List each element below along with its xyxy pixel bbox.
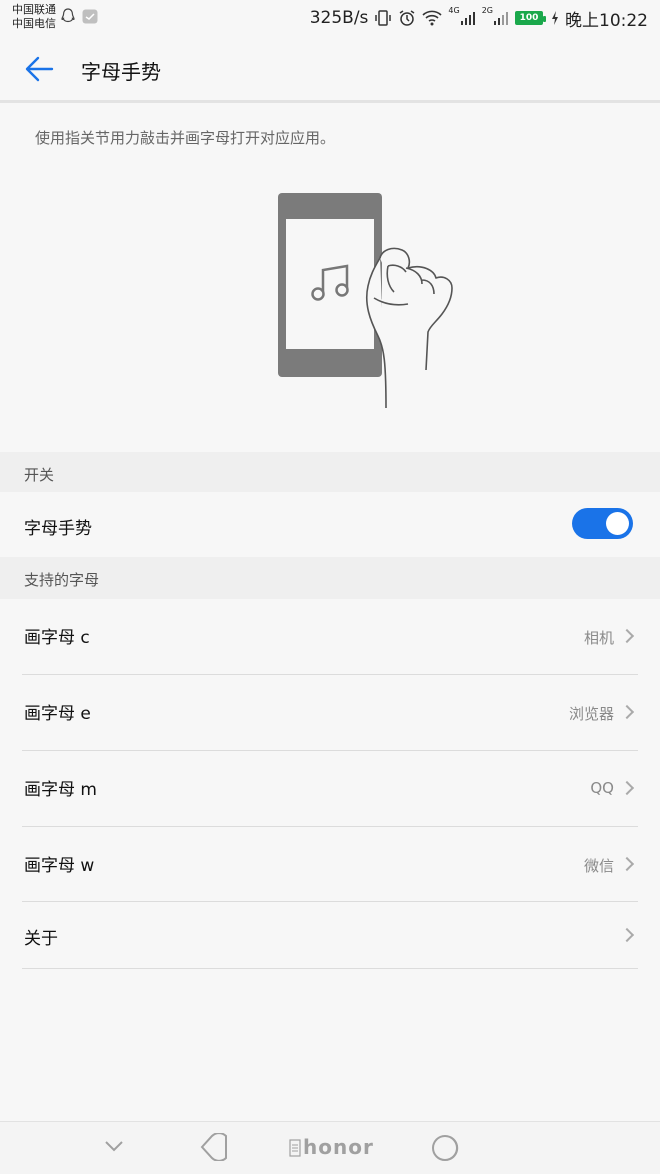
list-item-title: 画字母 c — [24, 628, 90, 648]
home-nav-icon[interactable] — [430, 1133, 462, 1163]
toggle-row-letter-gesture[interactable]: 字母手势 — [0, 492, 660, 557]
carrier-2: 中国电信 — [12, 17, 56, 30]
letter-gesture-toggle[interactable] — [572, 508, 633, 539]
list-item-title: 画字母 e — [24, 704, 91, 724]
feature-description: 使用指关节用力敲击并画字母打开对应应用。 — [35, 129, 336, 147]
chevron-right-icon — [619, 704, 635, 720]
section-label-letters: 支持的字母 — [24, 571, 100, 589]
list-item-letter-e[interactable]: 画字母 e 浏览器 — [0, 675, 660, 750]
list-item-value: 浏览器 — [568, 705, 614, 723]
list-divider — [22, 968, 638, 969]
chevron-right-icon — [619, 628, 635, 644]
list-item-title: 关于 — [24, 929, 58, 949]
list-item-title: 画字母 m — [24, 780, 97, 800]
vibrate-icon — [375, 10, 392, 26]
charging-icon — [552, 11, 558, 25]
network-speed: 325B/s — [309, 8, 369, 28]
hide-nav-chevron-icon[interactable] — [104, 1139, 124, 1153]
chevron-right-icon — [619, 856, 635, 872]
hand-drawing — [365, 247, 453, 409]
app-bar-divider — [0, 100, 660, 103]
wifi-icon — [422, 10, 442, 26]
alarm-icon — [399, 10, 415, 26]
battery-level: 100 — [519, 13, 539, 23]
chevron-right-icon — [619, 927, 635, 943]
section-header-letters: 支持的字母 — [0, 557, 660, 599]
carrier-labels: 中国联通 中国电信 — [12, 3, 56, 31]
list-item-title: 画字母 w — [24, 856, 95, 876]
page-title: 字母手势 — [81, 60, 161, 84]
back-arrow-icon[interactable] — [24, 54, 54, 84]
knuckle-gesture-illustration — [278, 193, 453, 409]
carrier-1: 中国联通 — [12, 3, 56, 16]
status-bar: 中国联通 中国电信 325B/s 4G 2G 100 晚上10:22 — [0, 0, 660, 36]
system-navigation-bar: honor — [0, 1121, 660, 1174]
clock: 晚上10:22 — [565, 10, 648, 31]
toggle-row-label: 字母手势 — [24, 519, 92, 539]
chevron-right-icon — [619, 780, 635, 796]
qq-notification-icon — [61, 8, 75, 23]
list-item-letter-c[interactable]: 画字母 c 相机 — [0, 599, 660, 674]
list-item-value: 相机 — [583, 629, 614, 647]
signal-2-icon — [494, 12, 508, 25]
network-type-2: 2G — [481, 6, 493, 15]
brand-logo: honor — [303, 1135, 374, 1159]
app-bar: 字母手势 — [0, 36, 660, 100]
signal-1-icon — [460, 12, 475, 25]
brand-badge-icon — [289, 1139, 301, 1157]
list-item-letter-w[interactable]: 画字母 w 微信 — [0, 827, 660, 901]
list-item-letter-m[interactable]: 画字母 m QQ — [0, 751, 660, 826]
phone-screen — [286, 219, 374, 349]
battery-icon: 100 — [515, 11, 546, 25]
status-right-group: 325B/s 4G 2G 100 晚上10:22 — [309, 6, 648, 31]
app-notification-icon — [82, 9, 98, 24]
network-type-1: 4G — [448, 6, 460, 15]
section-header-switch: 开关 — [0, 452, 660, 492]
back-nav-icon[interactable] — [198, 1133, 230, 1161]
list-item-about[interactable]: 关于 — [0, 902, 660, 968]
list-item-value: QQ — [590, 779, 614, 797]
section-label-switch: 开关 — [24, 466, 55, 484]
list-item-value: 微信 — [583, 857, 614, 875]
toggle-knob — [606, 512, 629, 535]
